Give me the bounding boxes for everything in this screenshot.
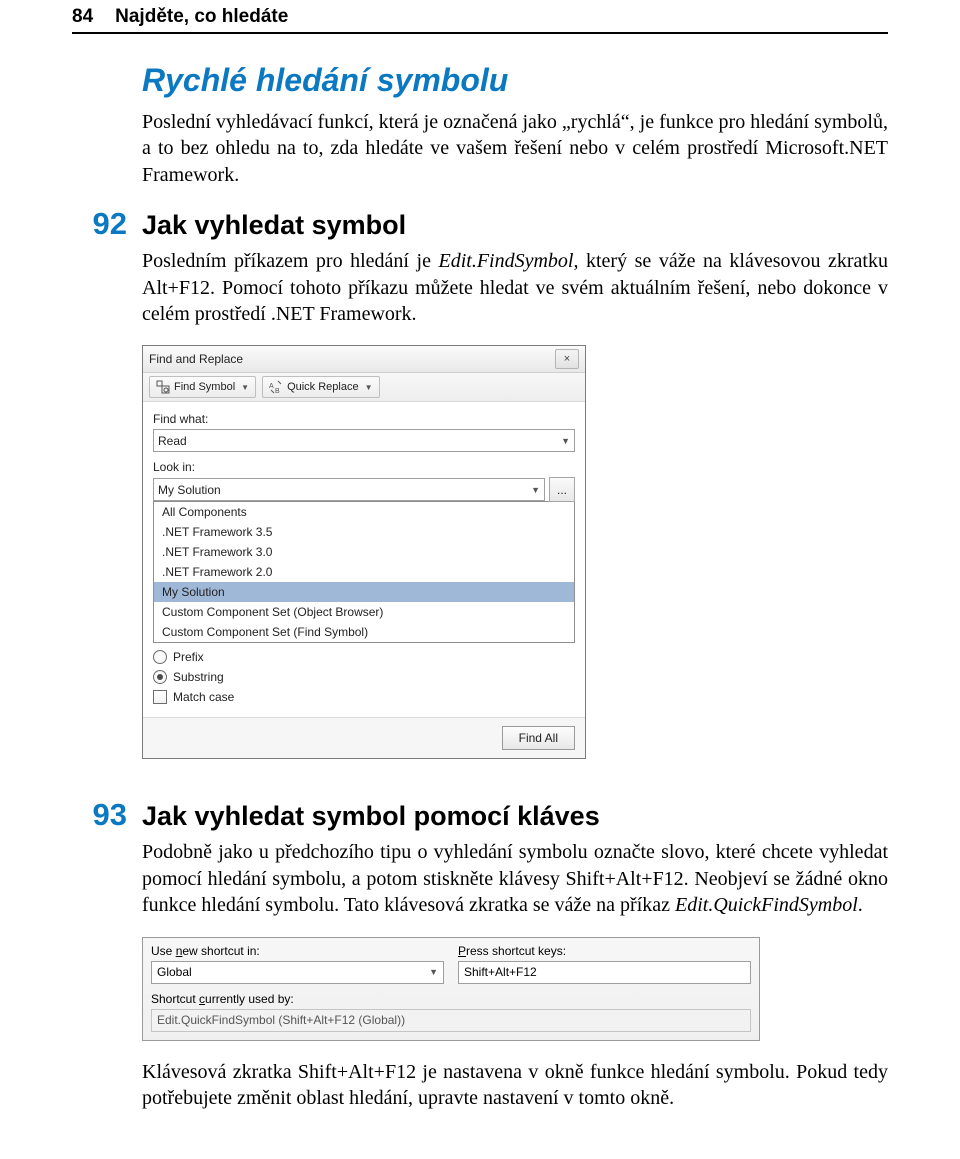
tip-number: 92 bbox=[72, 206, 142, 242]
list-item[interactable]: .NET Framework 3.0 bbox=[154, 542, 574, 562]
text: Posledním příkazem pro hledání je bbox=[142, 250, 438, 272]
chapter-title: Najděte, co hledáte bbox=[115, 6, 288, 28]
tip-93-heading: 93 Jak vyhledat symbol pomocí kláves bbox=[72, 797, 888, 833]
radio-icon bbox=[153, 670, 167, 684]
text: . bbox=[858, 894, 863, 916]
footer-paragraph: Klávesová zkratka Shift+Alt+F12 je nasta… bbox=[72, 1059, 888, 1112]
shortcut-currently-used-label: Shortcut currently used by: bbox=[151, 992, 751, 1006]
use-shortcut-in-label: Use new shortcut in: bbox=[151, 944, 444, 958]
chevron-down-icon: ▼ bbox=[531, 485, 540, 495]
find-what-input[interactable]: Read ▼ bbox=[153, 429, 575, 452]
press-shortcut-keys-label: Press shortcut keys: bbox=[458, 944, 751, 958]
svg-text:A: A bbox=[269, 383, 274, 390]
press-shortcut-keys-input[interactable]: Shift+Alt+F12 bbox=[458, 961, 751, 984]
quick-replace-tab[interactable]: AB Quick Replace ▼ bbox=[262, 376, 379, 398]
find-symbol-icon bbox=[156, 380, 170, 394]
list-item[interactable]: Custom Component Set (Find Symbol) bbox=[154, 622, 574, 642]
browse-button[interactable]: ... bbox=[549, 477, 575, 502]
prefix-radio[interactable]: Prefix bbox=[153, 647, 575, 667]
chevron-down-icon: ▼ bbox=[365, 383, 373, 392]
combobox-value: My Solution bbox=[158, 483, 221, 497]
find-replace-dialog: Find and Replace × Find Symbol ▼ AB Quic… bbox=[142, 345, 586, 759]
section-intro-paragraph: Poslední vyhledávací funkcí, která je oz… bbox=[72, 109, 888, 188]
page-number: 84 bbox=[72, 6, 93, 28]
chevron-down-icon: ▼ bbox=[561, 436, 570, 446]
shortcut-currently-used-value: Edit.QuickFindSymbol (Shift+Alt+F12 (Glo… bbox=[151, 1009, 751, 1032]
dialog-titlebar[interactable]: Find and Replace × bbox=[143, 346, 585, 373]
quick-replace-icon: AB bbox=[269, 380, 283, 394]
radio-label: Substring bbox=[173, 670, 224, 684]
radio-icon bbox=[153, 650, 167, 664]
checkbox-icon bbox=[153, 690, 167, 704]
tab-label: Quick Replace bbox=[287, 381, 359, 393]
combobox-value: Global bbox=[157, 965, 192, 979]
substring-radio[interactable]: Substring bbox=[153, 667, 575, 687]
list-item[interactable]: .NET Framework 3.5 bbox=[154, 522, 574, 542]
input-value: Shift+Alt+F12 bbox=[464, 965, 537, 979]
find-what-label: Find what: bbox=[153, 412, 575, 426]
look-in-combobox[interactable]: My Solution ▼ bbox=[153, 478, 545, 501]
ellipsis-icon: ... bbox=[557, 483, 567, 497]
radio-label: Prefix bbox=[173, 650, 204, 664]
dialog-toolbar: Find Symbol ▼ AB Quick Replace ▼ bbox=[143, 373, 585, 402]
tip-92-paragraph: Posledním příkazem pro hledání je Edit.F… bbox=[72, 248, 888, 327]
section-title: Rychlé hledání symbolu bbox=[72, 62, 888, 99]
list-item[interactable]: .NET Framework 2.0 bbox=[154, 562, 574, 582]
find-symbol-tab[interactable]: Find Symbol ▼ bbox=[149, 376, 256, 398]
dialog-title: Find and Replace bbox=[149, 352, 555, 366]
list-item-selected[interactable]: My Solution bbox=[154, 582, 574, 602]
page-header: 84 Najděte, co hledáte bbox=[72, 0, 888, 34]
find-all-button[interactable]: Find All bbox=[502, 726, 575, 750]
checkbox-label: Match case bbox=[173, 690, 234, 704]
chevron-down-icon: ▼ bbox=[429, 967, 438, 977]
input-value: Read bbox=[158, 434, 187, 448]
command-name: Edit.FindSymbol bbox=[438, 250, 573, 272]
look-in-label: Look in: bbox=[153, 460, 575, 474]
chevron-down-icon: ▼ bbox=[241, 383, 249, 392]
command-name: Edit.QuickFindSymbol bbox=[675, 894, 858, 916]
close-button[interactable]: × bbox=[555, 349, 579, 369]
look-in-dropdown-list: All Components .NET Framework 3.5 .NET F… bbox=[153, 501, 575, 643]
tip-number: 93 bbox=[72, 797, 142, 833]
tab-label: Find Symbol bbox=[174, 381, 235, 393]
list-item[interactable]: All Components bbox=[154, 502, 574, 522]
list-item[interactable]: Custom Component Set (Object Browser) bbox=[154, 602, 574, 622]
keyboard-options-panel: Use new shortcut in: Global ▼ Press shor… bbox=[142, 937, 760, 1041]
use-shortcut-in-combobox[interactable]: Global ▼ bbox=[151, 961, 444, 984]
match-case-checkbox[interactable]: Match case bbox=[153, 687, 575, 707]
button-label: Find All bbox=[519, 731, 558, 745]
svg-text:B: B bbox=[275, 388, 280, 394]
tip-92-heading: 92 Jak vyhledat symbol bbox=[72, 206, 888, 242]
tip-title: Jak vyhledat symbol bbox=[142, 210, 406, 241]
tip-title: Jak vyhledat symbol pomocí kláves bbox=[142, 801, 600, 832]
close-icon: × bbox=[564, 353, 570, 365]
tip-93-paragraph: Podobně jako u předchozího tipu o vyhled… bbox=[72, 839, 888, 918]
